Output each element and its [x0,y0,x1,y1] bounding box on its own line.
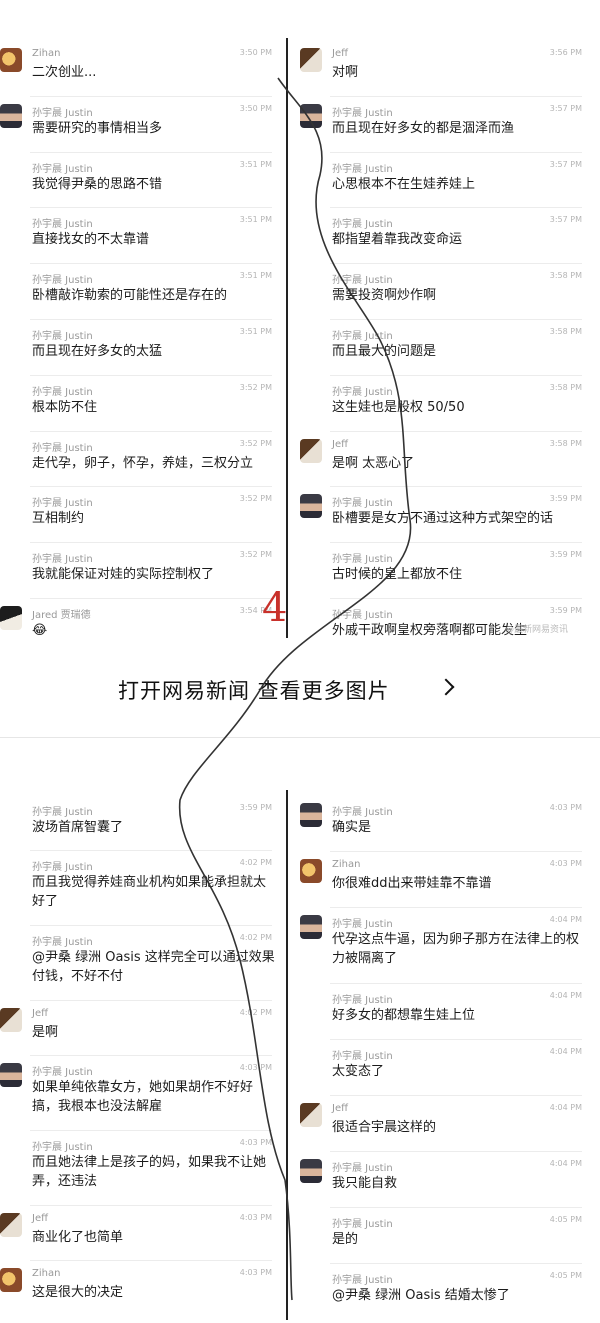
scribble-line [178,77,412,1301]
